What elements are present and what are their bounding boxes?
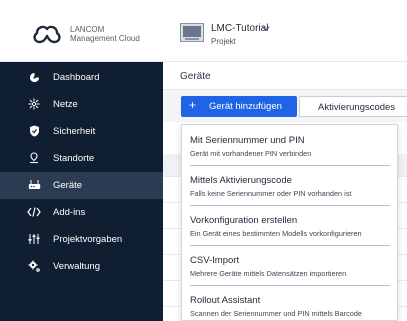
sidebar-item-standorte[interactable]: Standorte [0, 145, 163, 172]
breadcrumb: Geräte [163, 62, 407, 90]
sidebar-item-label: Standorte [53, 153, 95, 164]
sidebar-item-sicherheit[interactable]: Sicherheit [0, 118, 163, 145]
menu-item-rollout-assistant[interactable]: Rollout Assistant Scannen der Seriennumm… [182, 285, 397, 320]
network-icon [27, 97, 41, 111]
add-device-button-label: Gerät hinzufügen [209, 101, 282, 112]
sidebar-item-add-ins[interactable]: Add-ins [0, 199, 163, 226]
sidebar-item-projektvorgaben[interactable]: Projektvorgaben [0, 226, 163, 253]
sidebar-item-dashboard[interactable]: Dashboard [0, 64, 163, 91]
sidebar-item-label: Sicherheit [53, 126, 96, 137]
plus-icon: + [189, 98, 197, 112]
device-icon [27, 178, 41, 192]
project-name[interactable]: LMC-Tutorial [211, 23, 268, 34]
menu-item-title: CSV-Import [190, 255, 240, 266]
gears-icon [27, 259, 41, 273]
sidebar-item-label: Add-ins [53, 207, 86, 218]
menu-item-title: Mit Seriennummer und PIN [190, 135, 305, 146]
menu-item-description: Scannen der Seriennummer und PIN mittels… [190, 309, 362, 318]
activation-codes-button-label: Aktivierungscodes [318, 102, 396, 113]
sidebar: Dashboard Netze Sicherheit Standorte Ger… [0, 62, 163, 321]
menu-item-activation-code[interactable]: Mittels Aktivierungscode Falls keine Ser… [182, 165, 397, 207]
menu-item-preconfiguration[interactable]: Vorkonfiguration erstellen Ein Gerät ein… [182, 205, 397, 247]
add-device-button[interactable]: + Gerät hinzufügen [181, 96, 297, 117]
brand-line-1: LANCOM [70, 25, 105, 34]
menu-item-serial-pin[interactable]: Mit Seriennummer und PIN Gerät mit vorha… [182, 125, 397, 167]
menu-item-description: Gerät mit vorhandener PIN verbinden [190, 149, 312, 158]
sidebar-item-geraete[interactable]: Geräte [0, 172, 163, 199]
location-pin-icon [27, 151, 41, 165]
page-title: Geräte [180, 71, 211, 82]
menu-item-description: Ein Gerät eines bestimmten Modells vorko… [190, 229, 362, 238]
lancom-logo-icon[interactable] [32, 22, 62, 46]
menu-item-title: Rollout Assistant [190, 295, 261, 306]
project-subtitle: Projekt [211, 37, 236, 46]
sidebar-item-label: Verwaltung [53, 261, 101, 272]
brand-name: LANCOM Management Cloud [70, 25, 140, 43]
sidebar-item-label: Geräte [53, 180, 83, 191]
sidebar-item-label: Netze [53, 99, 78, 110]
menu-item-csv-import[interactable]: CSV-Import Mehrere Geräte mittels Datens… [182, 245, 397, 287]
top-header: LANCOM Management Cloud LMC-Tutorial Pro… [0, 0, 407, 62]
shield-icon [27, 124, 41, 138]
add-device-dropdown-menu: Mit Seriennummer und PIN Gerät mit vorha… [181, 124, 398, 321]
menu-item-description: Falls keine Seriennummer oder PIN vorhan… [190, 189, 352, 198]
menu-item-description: Mehrere Geräte mittels Datensätzen impor… [190, 269, 347, 278]
brand-line-2: Management Cloud [70, 34, 140, 43]
code-icon [27, 205, 41, 219]
sidebar-item-label: Dashboard [53, 72, 100, 83]
activation-codes-button[interactable]: Aktivierungscodes [299, 96, 407, 117]
project-thumbnail-icon[interactable] [180, 23, 204, 42]
sliders-icon [27, 232, 41, 246]
menu-item-title: Vorkonfiguration erstellen [190, 215, 298, 226]
menu-item-title: Mittels Aktivierungscode [190, 175, 292, 186]
dashboard-gauge-icon [27, 70, 41, 84]
sidebar-item-netze[interactable]: Netze [0, 91, 163, 118]
chevron-down-icon[interactable] [261, 24, 271, 34]
sidebar-item-verwaltung[interactable]: Verwaltung [0, 253, 163, 280]
sidebar-item-label: Projektvorgaben [53, 234, 123, 245]
